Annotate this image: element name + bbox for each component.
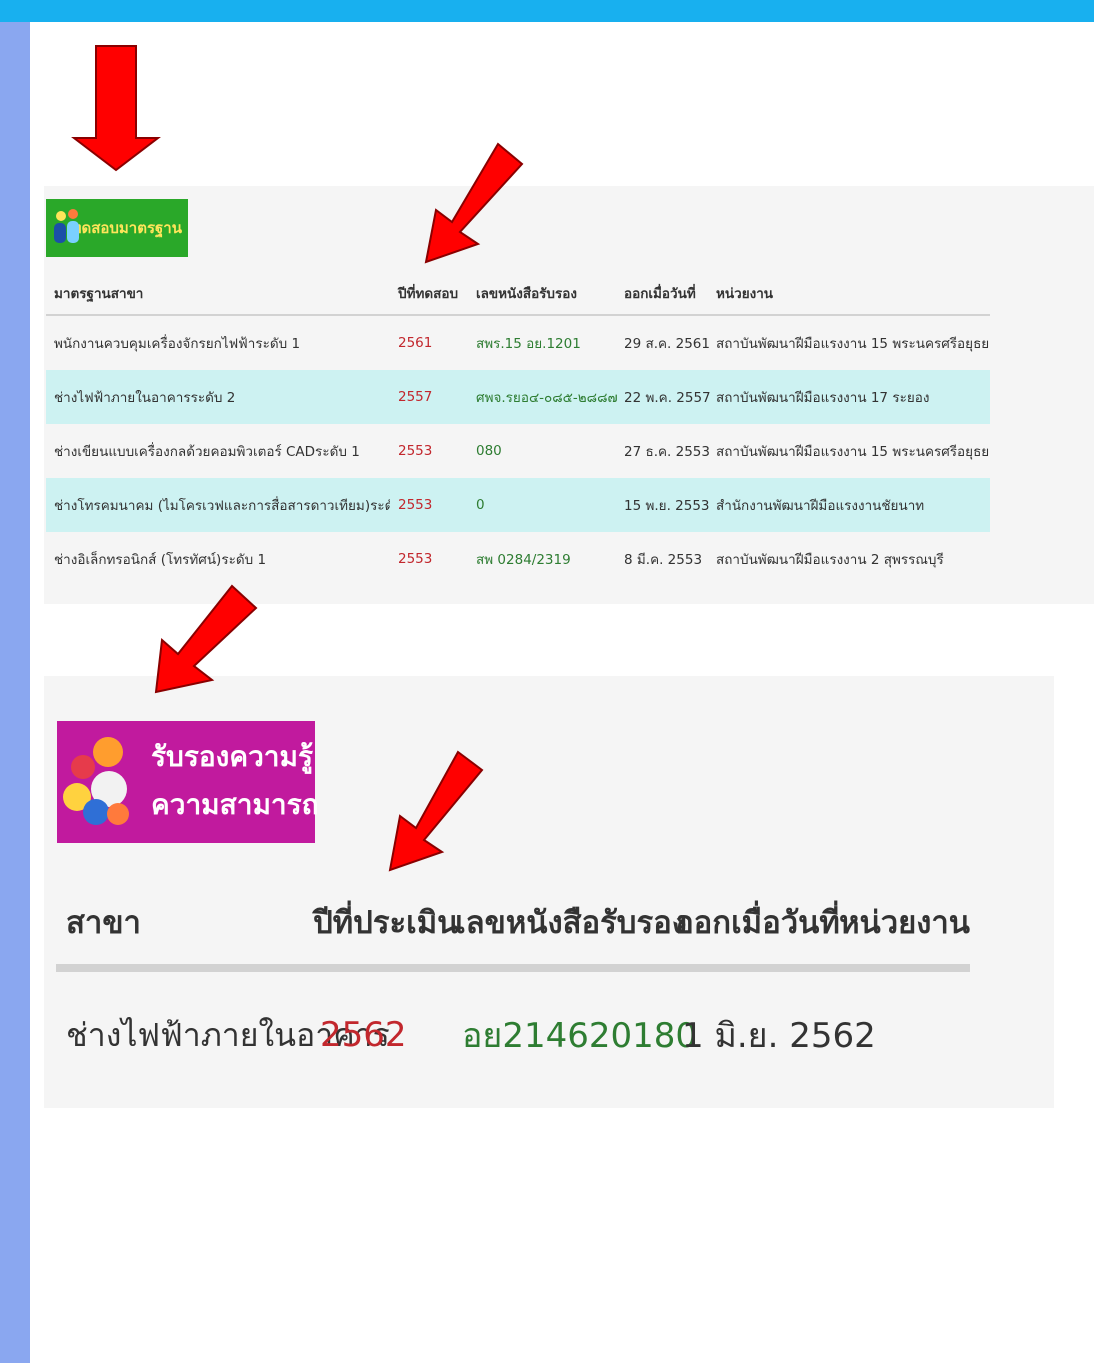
- cell-issued: 1 มิ.ย. 2562: [682, 1016, 876, 1056]
- skills-icon: [63, 737, 143, 829]
- cell-cert-no: 0: [476, 497, 485, 513]
- col-header-agency: หน่วยงาน: [839, 905, 970, 941]
- col-header-cert-no: เลขหนังสือรับรอง: [476, 286, 577, 302]
- col-header-cert-no: เลขหนังสือรับรอง: [455, 905, 687, 941]
- competency-badge[interactable]: รับรองความรู้ ความสามารถ: [57, 721, 319, 843]
- cell-agency: สถาบันพัฒนาฝีมือแรงงาน 15 พระนครศรีอยุธย…: [716, 444, 990, 460]
- cell-cert-no: 080: [476, 443, 502, 459]
- table-header-row: มาตรฐานสาขา ปีที่ทดสอบ เลขหนังสือรับรอง …: [46, 272, 990, 316]
- competency-table: สาขา ปีที่ประเมิน เลขหนังสือรับรอง ออกเม…: [56, 880, 970, 1098]
- arrow-diagonal-icon: [424, 142, 524, 264]
- cell-year: 2561: [398, 335, 433, 351]
- cell-year: 2553: [398, 497, 433, 513]
- col-header-issued: ออกเมื่อวันที่: [675, 905, 840, 941]
- col-header-year: ปีที่ประเมิน: [313, 905, 459, 941]
- col-header-issued: ออกเมื่อวันที่: [624, 286, 696, 302]
- table-row: ช่างไฟฟ้าภายในอาคารระดับ 2 2557 ศพจ.รยอ๔…: [46, 370, 990, 424]
- table-row: ช่างอิเล็กทรอนิกส์ (โทรทัศน์)ระดับ 1 255…: [46, 532, 990, 586]
- cell-standard: ช่างเขียนแบบเครื่องกลด้วยคอมพิวเตอร์ CAD…: [54, 444, 360, 460]
- col-header-branch: สาขา: [66, 905, 141, 941]
- table-row: ช่างโทรคมนาคม (ไมโครเวฟและการสื่อสารดาวเ…: [46, 478, 990, 532]
- arrow-diagonal-icon: [154, 584, 258, 694]
- cell-standard: ช่างโทรคมนาคม (ไมโครเวฟและการสื่อสารดาวเ…: [54, 498, 390, 514]
- cell-issued: 15 พ.ย. 2553: [624, 498, 710, 514]
- cell-cert-no: อย214620180: [462, 1016, 698, 1056]
- competency-badge-line1: รับรองความรู้: [151, 740, 314, 773]
- cell-agency: สำนักงานพัฒนาฝีมือแรงงานชัยนาท: [716, 498, 925, 514]
- table-row: ช่างไฟฟ้าภายในอาคาร 2562 อย214620180 1 ม…: [56, 972, 970, 1098]
- cell-branch: ช่างไฟฟ้าภายในอาคาร: [66, 1015, 390, 1054]
- table-row: พนักงานควบคุมเครื่องจักรยกไฟฟ้าระดับ 1 2…: [46, 316, 990, 370]
- cell-standard: ช่างไฟฟ้าภายในอาคารระดับ 2: [54, 390, 236, 406]
- people-icon: [52, 207, 79, 249]
- cell-agency: สถาบันพัฒนาฝีมือแรงงาน 2 สุพรรณบุรี: [716, 552, 944, 568]
- cell-year: 2562: [320, 1015, 407, 1055]
- arrow-down-icon: [71, 45, 161, 172]
- standard-test-table: มาตรฐานสาขา ปีที่ทดสอบ เลขหนังสือรับรอง …: [46, 272, 990, 586]
- cell-issued: 22 พ.ค. 2557: [624, 390, 711, 406]
- cell-issued: 8 มี.ค. 2553: [624, 552, 703, 568]
- cell-year: 2553: [398, 443, 433, 459]
- cell-issued: 29 ส.ค. 2561: [624, 336, 710, 352]
- cell-agency: สถาบันพัฒนาฝีมือแรงงาน 17 ระยอง: [716, 390, 930, 406]
- outer-frame-top: [0, 0, 1094, 22]
- col-header-agency: หน่วยงาน: [716, 286, 774, 302]
- cell-year: 2553: [398, 551, 433, 567]
- cell-cert-no: สพร.15 อย.1201: [476, 336, 581, 352]
- col-header-standard: มาตรฐานสาขา: [54, 286, 144, 302]
- cell-issued: 27 ธ.ค. 2553: [624, 444, 710, 460]
- cell-cert-no: สพ 0284/2319: [476, 552, 571, 568]
- col-header-year: ปีที่ทดสอบ: [398, 286, 459, 302]
- competency-badge-line2: ความสามารถ: [151, 788, 319, 821]
- cell-standard: ช่างอิเล็กทรอนิกส์ (โทรทัศน์)ระดับ 1: [54, 552, 267, 568]
- standard-test-badge[interactable]: ทดสอบมาตรฐาน: [46, 199, 188, 257]
- cell-cert-no: ศพจ.รยอ๔-๐๘๕-๒๘๘๗: [476, 390, 618, 406]
- arrow-diagonal-icon: [388, 750, 484, 872]
- outer-frame-left: [0, 0, 30, 1363]
- cell-year: 2557: [398, 389, 433, 405]
- standard-test-badge-label: ทดสอบมาตรฐาน: [71, 219, 182, 237]
- table-row: ช่างเขียนแบบเครื่องกลด้วยคอมพิวเตอร์ CAD…: [46, 424, 990, 478]
- cell-agency: สถาบันพัฒนาฝีมือแรงงาน 15 พระนครศรีอยุธย…: [716, 336, 990, 352]
- cell-standard: พนักงานควบคุมเครื่องจักรยกไฟฟ้าระดับ 1: [54, 336, 301, 352]
- table-header-row: สาขา ปีที่ประเมิน เลขหนังสือรับรอง ออกเม…: [56, 880, 970, 972]
